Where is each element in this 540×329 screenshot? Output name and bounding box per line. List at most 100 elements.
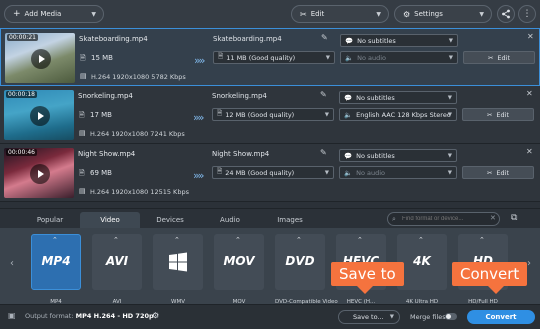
4k-logo: 4K bbox=[413, 254, 431, 268]
dvd-logo: DVD bbox=[285, 254, 315, 268]
video-thumbnail[interactable]: 00:00:46 bbox=[4, 148, 74, 198]
output-size-value: 12 MB (Good quality) bbox=[225, 110, 295, 119]
file-size-icon: 🗎 bbox=[79, 169, 85, 177]
file-name: Snorkeling.mp4 bbox=[78, 92, 133, 100]
merge-files-toggle[interactable] bbox=[445, 313, 457, 320]
subtitles-icon: 💬 bbox=[344, 151, 353, 160]
subtitles-dropdown[interactable]: 💬 No subtitles ▼ bbox=[339, 149, 457, 162]
file-size: 15 MB bbox=[91, 54, 113, 62]
rename-pencil-icon[interactable]: ✎ bbox=[320, 148, 327, 157]
convert-arrow-icon: »» bbox=[194, 54, 206, 67]
format-4k[interactable]: ⌃ 4K 4K Ultra HD bbox=[397, 234, 447, 305]
file-row[interactable]: 00:00:46 Night Show.mp4 🗎 69 MB ▤ H.264 … bbox=[0, 144, 540, 202]
video-thumbnail[interactable]: 00:00:18 bbox=[4, 90, 74, 140]
audio-dropdown[interactable]: 🔈 No audio ▼ bbox=[339, 166, 457, 179]
subtitles-value: No subtitles bbox=[357, 36, 396, 45]
edit-video-button[interactable]: ✂ Edit bbox=[463, 51, 535, 64]
tab-devices[interactable]: Devices bbox=[140, 212, 200, 228]
edit-button[interactable]: ✂ Edit ▼ bbox=[291, 5, 389, 23]
settings-button[interactable]: ⚙ Settings ▼ bbox=[394, 5, 492, 23]
format-avi[interactable]: ⌃ AVI AVI bbox=[92, 234, 142, 305]
more-vertical-icon: ⋮ bbox=[522, 9, 532, 19]
output-size-dropdown[interactable]: 🗎 11 MB (Good quality) ▼ bbox=[213, 51, 335, 64]
scroll-left-icon[interactable]: ‹ bbox=[10, 258, 14, 269]
chevron-up-icon: ⌃ bbox=[174, 236, 180, 244]
remove-file-icon[interactable]: ✕ bbox=[526, 147, 533, 156]
merge-files-label: Merge files: bbox=[410, 313, 448, 321]
file-icon: 🗎 bbox=[217, 109, 223, 117]
chevron-down-icon: ▼ bbox=[324, 111, 329, 118]
audio-icon: 🔈 bbox=[344, 110, 353, 119]
scroll-right-icon[interactable]: › bbox=[527, 258, 531, 269]
format-settings-gear-icon[interactable]: ⚙ bbox=[152, 311, 159, 320]
audio-dropdown[interactable]: 🔈 English AAC 128 Kbps Stereo ▼ bbox=[339, 108, 457, 121]
chevron-up-icon: ⌃ bbox=[357, 236, 363, 244]
subtitles-dropdown[interactable]: 💬 No subtitles ▼ bbox=[339, 91, 457, 104]
file-name: Skateboarding.mp4 bbox=[79, 35, 148, 43]
file-row[interactable]: 00:00:18 Snorkeling.mp4 🗎 17 MB ▤ H.264 … bbox=[0, 86, 540, 144]
output-format-label: Output format: bbox=[25, 312, 74, 320]
output-format-value: MP4 H.264 - HD 720p bbox=[75, 312, 154, 320]
format-wmv[interactable]: ⌃ WMV bbox=[153, 234, 203, 305]
save-to-label: Save to... bbox=[353, 313, 384, 321]
convert-callout: Convert bbox=[452, 262, 528, 294]
rename-pencil-icon[interactable]: ✎ bbox=[321, 33, 328, 42]
chevron-down-icon: ▼ bbox=[479, 10, 484, 18]
convert-button[interactable]: Convert bbox=[467, 310, 535, 324]
menu-button[interactable]: ⋮ bbox=[518, 5, 536, 23]
chevron-down-icon: ▼ bbox=[447, 111, 452, 118]
audio-value: English AAC 128 Kbps Stereo bbox=[356, 110, 451, 119]
audio-value: No audio bbox=[357, 53, 387, 62]
audio-value: No audio bbox=[356, 168, 386, 177]
chevron-up-icon: ⌃ bbox=[296, 236, 302, 244]
plus-icon: + bbox=[13, 9, 21, 19]
remove-file-icon[interactable]: ✕ bbox=[526, 89, 533, 98]
output-file-name: Skateboarding.mp4 bbox=[213, 35, 282, 43]
format-mov[interactable]: ⌃ MOV MOV bbox=[214, 234, 264, 305]
chevron-down-icon: ▼ bbox=[448, 54, 453, 61]
edit-video-label: Edit bbox=[497, 53, 511, 62]
video-spec-icon: ▤ bbox=[80, 72, 87, 80]
edit-video-button[interactable]: ✂ Edit bbox=[462, 166, 534, 179]
add-media-button[interactable]: + Add Media ▼ bbox=[4, 5, 104, 23]
file-size-icon: 🗎 bbox=[79, 111, 85, 119]
format-mp4[interactable]: ⌃ MP4 MP4 bbox=[31, 234, 81, 305]
search-clear-icon[interactable]: ✕ bbox=[490, 214, 496, 222]
video-spec: H.264 1920x1080 5782 Kbps bbox=[91, 73, 186, 81]
presets-icon[interactable]: ⧉ bbox=[511, 213, 517, 223]
play-icon[interactable] bbox=[30, 106, 50, 126]
mov-logo: MOV bbox=[223, 254, 255, 268]
edit-video-label: Edit bbox=[496, 110, 510, 119]
edit-video-button[interactable]: ✂ Edit bbox=[462, 108, 534, 121]
scissors-icon: ✂ bbox=[486, 168, 493, 177]
file-row[interactable]: 00:00:21 Skateboarding.mp4 🗎 15 MB ▤ H.2… bbox=[0, 28, 540, 86]
output-size-dropdown[interactable]: 🗎 12 MB (Good quality) ▼ bbox=[212, 108, 334, 121]
chevron-up-icon: ⌃ bbox=[52, 236, 58, 244]
output-size-dropdown[interactable]: 🗎 24 MB (Good quality) ▼ bbox=[212, 166, 334, 179]
chevron-up-icon: ⌃ bbox=[479, 236, 485, 244]
remove-file-icon[interactable]: ✕ bbox=[527, 32, 534, 41]
tab-images[interactable]: Images bbox=[260, 212, 320, 228]
video-spec: H.264 1920x1080 12515 Kbps bbox=[90, 188, 189, 196]
duration-badge: 00:00:46 bbox=[6, 149, 37, 156]
subtitles-dropdown[interactable]: 💬 No subtitles ▼ bbox=[340, 34, 458, 47]
share-button[interactable] bbox=[497, 5, 515, 23]
format-search-input[interactable] bbox=[387, 212, 500, 226]
format-tabs: Popular Video Devices Audio Images ⌕ ✕ ⧉ bbox=[0, 208, 540, 229]
video-thumbnail[interactable]: 00:00:21 bbox=[5, 33, 75, 83]
file-name: Night Show.mp4 bbox=[78, 150, 136, 158]
save-to-button[interactable]: Save to... ▼ bbox=[338, 310, 400, 324]
play-icon[interactable] bbox=[31, 49, 51, 69]
chevron-down-icon: ▼ bbox=[325, 54, 330, 61]
mp4-logo: MP4 bbox=[41, 254, 71, 268]
tab-audio[interactable]: Audio bbox=[200, 212, 260, 228]
chevron-down-icon: ▼ bbox=[324, 169, 329, 176]
rename-pencil-icon[interactable]: ✎ bbox=[320, 90, 327, 99]
audio-dropdown[interactable]: 🔈 No audio ▼ bbox=[340, 51, 458, 64]
format-dvd[interactable]: ⌃ DVD DVD-Compatible Video bbox=[275, 234, 338, 305]
play-icon[interactable] bbox=[30, 164, 50, 184]
file-icon: 🗎 bbox=[218, 52, 224, 60]
tab-popular[interactable]: Popular bbox=[20, 212, 80, 228]
tab-video[interactable]: Video bbox=[80, 212, 140, 228]
video-spec-icon: ▤ bbox=[79, 187, 86, 195]
